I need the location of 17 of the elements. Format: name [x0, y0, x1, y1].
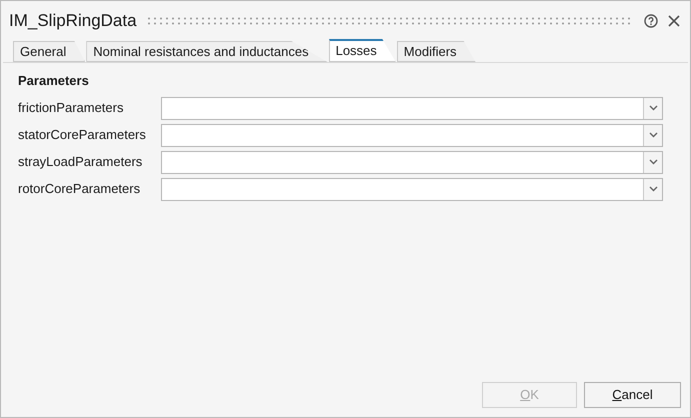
tab[interactable]: Modifiers — [396, 41, 476, 62]
parameter-label: frictionParameters — [18, 99, 124, 118]
chevron-down-icon[interactable] — [643, 178, 662, 200]
chevron-down-icon[interactable] — [643, 152, 662, 172]
parameter-label: strayLoadParameters — [18, 153, 144, 172]
tab[interactable]: Nominal resistances and inductances — [86, 41, 328, 62]
tab[interactable]: General — [13, 41, 86, 62]
close-icon[interactable] — [668, 15, 680, 27]
chevron-down-icon[interactable] — [643, 124, 662, 146]
help-icon[interactable] — [644, 14, 658, 28]
tab[interactable]: Losses — [328, 39, 396, 62]
parameter-label: statorCoreParameters — [18, 126, 147, 144]
section-title: Parameters — [18, 72, 90, 90]
parameter-label: rotorCoreParameters — [18, 180, 142, 198]
chevron-down-icon[interactable] — [643, 98, 662, 118]
dialog-button[interactable]: Cancel — [584, 382, 681, 408]
window-title: IM_SlipRingData — [9, 10, 137, 32]
